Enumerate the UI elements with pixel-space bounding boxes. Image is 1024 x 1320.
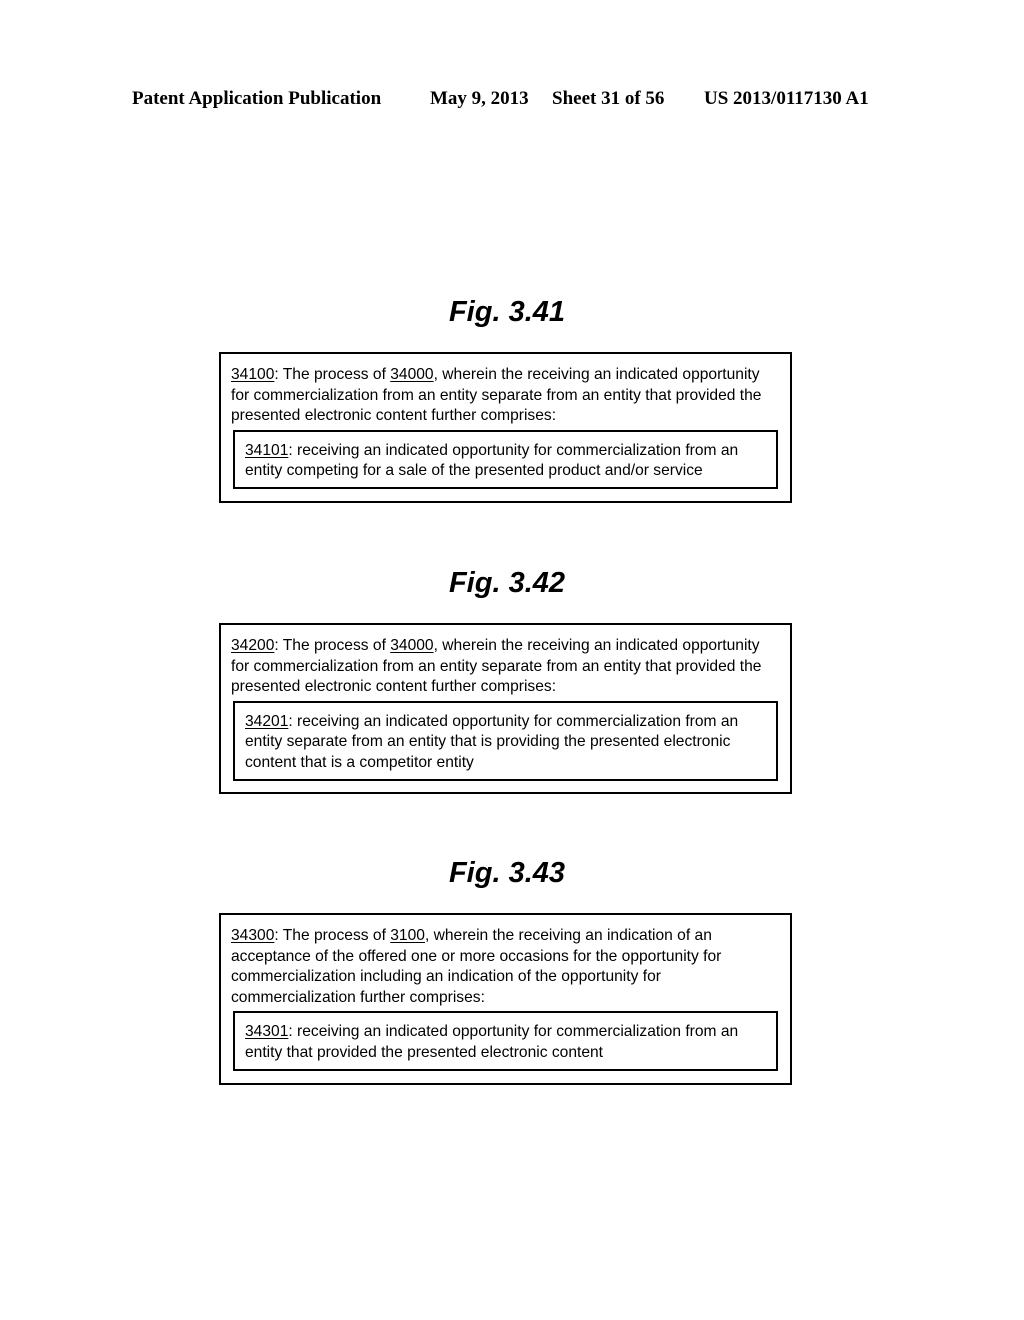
patent-number: US 2013/0117130 A1 bbox=[704, 88, 869, 109]
sub-step-text: : receiving an indicated opportunity for… bbox=[245, 1023, 739, 1061]
figure-title: Fig. 3.41 bbox=[448, 296, 566, 328]
process-step-box: 34200: The process of 34000, wherein the… bbox=[219, 623, 792, 794]
process-step-box: 34100: The process of 34000, wherein the… bbox=[219, 352, 792, 503]
parent-step-ref: 34000 bbox=[390, 366, 434, 383]
sub-step-box: 34201: receiving an indicated opportunit… bbox=[233, 700, 778, 781]
process-step-description: 34300: The process of 3100, wherein the … bbox=[231, 926, 780, 1008]
publication-label: Patent Application Publication bbox=[132, 88, 382, 109]
publication-date: May 9, 2013 bbox=[430, 88, 529, 109]
figure-title: Fig. 3.42 bbox=[448, 567, 566, 599]
sub-step-ref: 34201 bbox=[245, 712, 289, 730]
sub-step-ref: 34301 bbox=[245, 1023, 289, 1041]
process-step-description: 34200: The process of 34000, wherein the… bbox=[231, 636, 780, 698]
figure-title: Fig. 3.43 bbox=[448, 857, 566, 889]
step-text: : The process of bbox=[274, 927, 391, 944]
step-ref: 34200 bbox=[231, 637, 275, 654]
step-ref: 34100 bbox=[231, 366, 275, 383]
sub-step-ref: 34101 bbox=[245, 441, 289, 459]
sub-step-box: 34101: receiving an indicated opportunit… bbox=[233, 429, 778, 489]
sub-step-box: 34301: receiving an indicated opportunit… bbox=[233, 1011, 778, 1071]
parent-step-ref: 3100 bbox=[390, 927, 425, 944]
step-text: : The process of bbox=[274, 637, 391, 654]
step-text: : The process of bbox=[274, 366, 391, 383]
sub-step-text: : receiving an indicated opportunity for… bbox=[245, 712, 739, 771]
page-header: Patent Application Publication May 9, 20… bbox=[0, 88, 1024, 114]
parent-step-ref: 34000 bbox=[390, 637, 434, 654]
process-step-box: 34300: The process of 3100, wherein the … bbox=[219, 913, 792, 1085]
sub-step-text: : receiving an indicated opportunity for… bbox=[245, 441, 739, 480]
sheet-number: Sheet 31 of 56 bbox=[552, 88, 665, 109]
process-step-description: 34100: The process of 34000, wherein the… bbox=[231, 365, 780, 427]
step-ref: 34300 bbox=[231, 927, 275, 944]
